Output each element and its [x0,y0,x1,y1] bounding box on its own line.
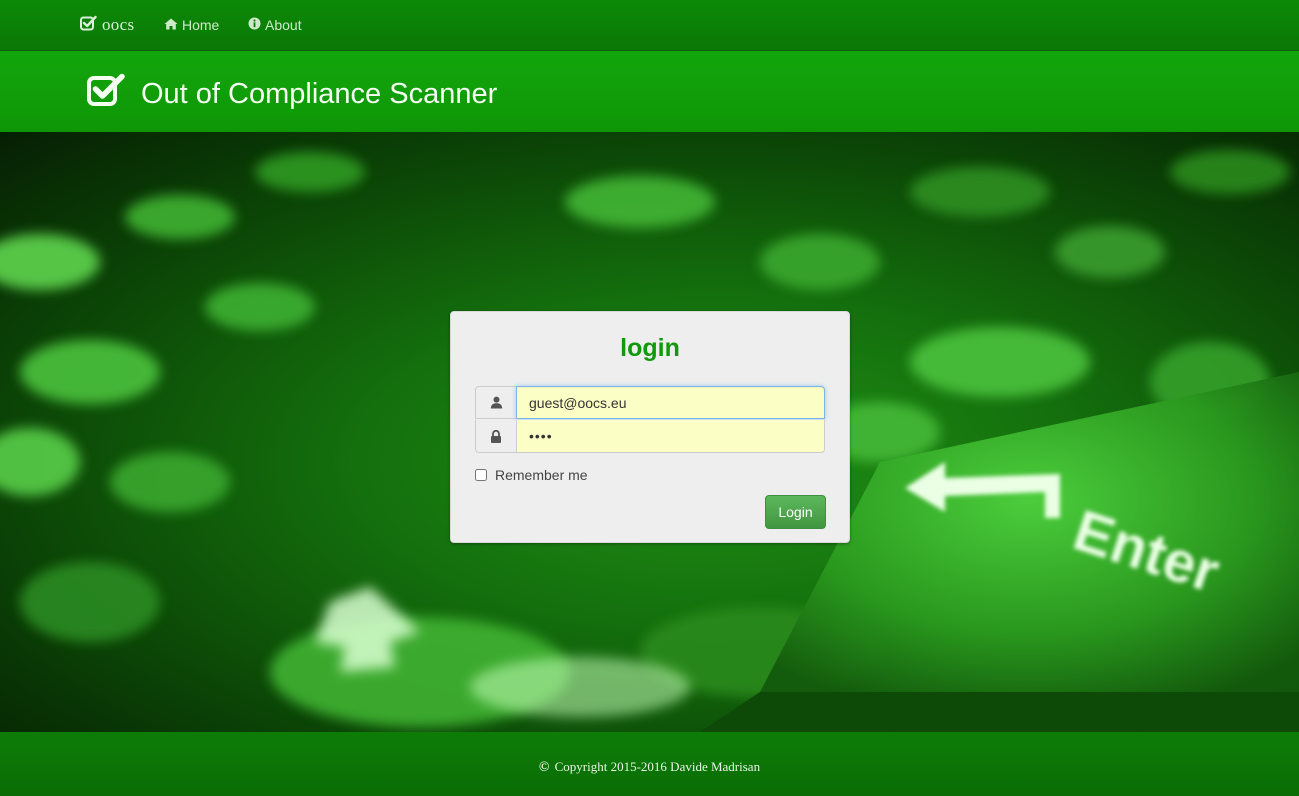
footer: © Copyright 2015-2016 Davide Madrisan [0,732,1299,796]
title-banner: Out of Compliance Scanner [0,51,1299,132]
top-navbar: oocs Home About [0,0,1299,51]
brand-name: oocs [102,15,135,34]
footer-copyright: © Copyright 2015-2016 Davide Madrisan [0,759,1299,776]
nav-about-label: About [265,17,302,33]
login-title: login [620,334,680,362]
info-circle-icon [248,17,261,33]
nav-home-link[interactable]: Home [164,14,219,36]
login-panel: login Remember me Login [450,311,850,543]
nav-about-link[interactable]: About [248,14,302,36]
remember-me-checkbox[interactable] [475,469,487,481]
password-field[interactable] [516,420,825,453]
home-icon [164,17,178,33]
email-field[interactable] [516,386,825,419]
check-square-icon [87,73,127,112]
nav-home-label: Home [182,17,220,33]
username-group [475,386,825,419]
lock-icon [475,420,516,453]
check-square-icon [80,15,97,36]
page-title: Out of Compliance Scanner [141,78,498,110]
user-icon [475,386,516,419]
remember-me-label: Remember me [495,467,588,483]
remember-me[interactable]: Remember me [475,467,588,483]
brand-link[interactable]: oocs [80,13,134,37]
copyright-icon: © [538,760,550,775]
copyright-text: Copyright 2015-2016 Davide Madrisan [554,759,761,774]
password-group [475,420,825,453]
login-button[interactable]: Login [765,495,826,529]
